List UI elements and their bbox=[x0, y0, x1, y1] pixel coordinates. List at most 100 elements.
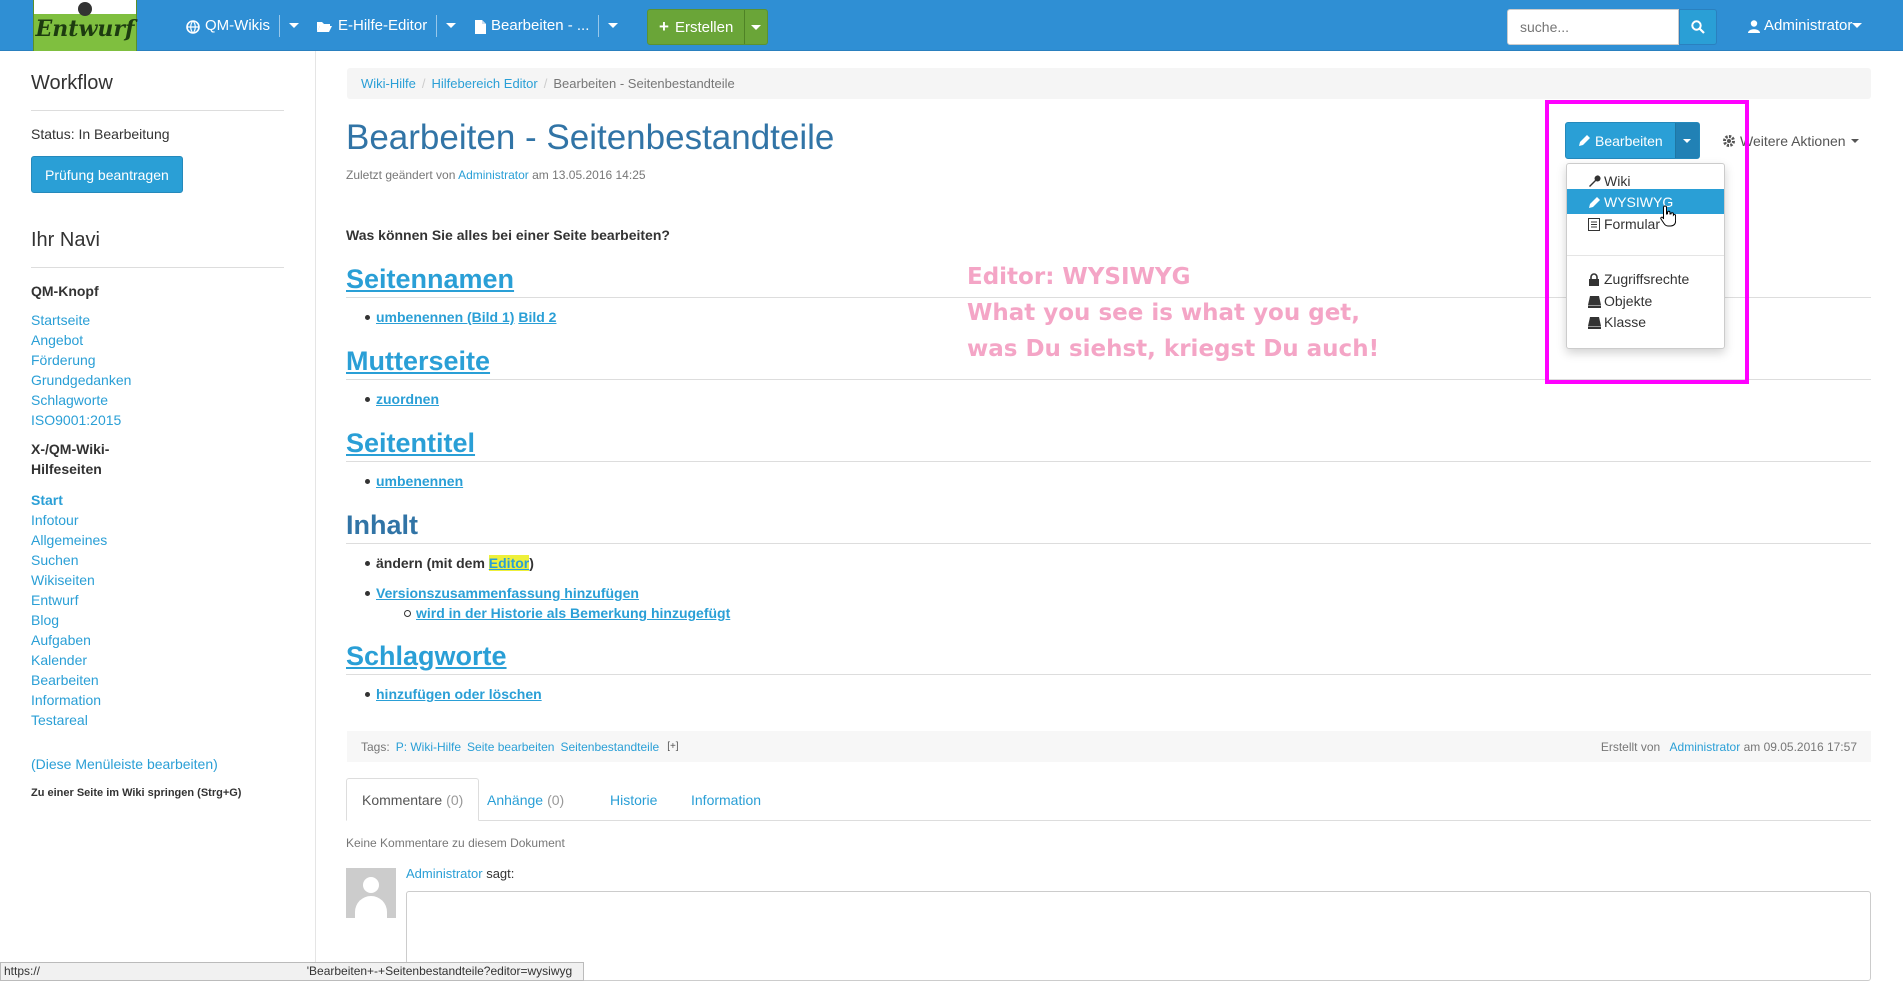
sidebar-link[interactable]: Aufgaben bbox=[31, 632, 91, 648]
nav-separator bbox=[278, 14, 280, 37]
nav-group-title: X-/QM-Wiki- bbox=[31, 441, 110, 457]
sidebar-link[interactable]: Startseite bbox=[31, 312, 90, 328]
list-item: umbenennen (Bild 1) Bild 2 bbox=[364, 309, 556, 325]
section-heading-link[interactable]: Mutterseite bbox=[346, 346, 490, 376]
sidebar-link[interactable]: Testareal bbox=[31, 712, 88, 728]
comment-user-link[interactable]: Administrator bbox=[406, 866, 483, 881]
created-user-link[interactable]: Administrator bbox=[1670, 740, 1741, 754]
tab-attachments[interactable]: Anhänge (0) bbox=[472, 778, 579, 821]
sidebar-link[interactable]: Schlagworte bbox=[31, 392, 108, 408]
section-heading-link[interactable]: Seitentitel bbox=[346, 428, 475, 458]
create-button[interactable]: + Erstellen bbox=[648, 10, 746, 44]
logo-text: Entwurf bbox=[35, 16, 135, 42]
content-link[interactable]: wird in der Historie als Bemerkung hinzu… bbox=[416, 605, 730, 621]
annotation-line: was Du siehst, kriegst Du auch! bbox=[967, 336, 1380, 362]
section-heading: Inhalt bbox=[346, 510, 1871, 544]
nav-e-hilfe-editor[interactable]: E-Hilfe-Editor bbox=[316, 0, 457, 51]
sidebar-link[interactable]: Infotour bbox=[31, 512, 78, 528]
chevron-down-icon bbox=[1850, 138, 1859, 143]
tags-label: Tags: bbox=[361, 739, 390, 754]
workflow-title: Workflow bbox=[31, 72, 113, 94]
tab-comments[interactable]: Kommentare (0) bbox=[346, 778, 480, 821]
globe-icon bbox=[186, 17, 200, 34]
tab-information[interactable]: Information bbox=[676, 778, 776, 821]
sidebar-link[interactable]: Bearbeiten bbox=[31, 672, 99, 688]
sidebar-link[interactable]: Förderung bbox=[31, 352, 96, 368]
sidebar-link[interactable]: Angebot bbox=[31, 332, 83, 348]
section-heading-link[interactable]: Seitennamen bbox=[346, 264, 514, 294]
breadcrumb-item[interactable]: Wiki-Hilfe bbox=[361, 76, 416, 91]
list-item: umbenennen bbox=[364, 473, 463, 489]
folder-open-icon bbox=[316, 18, 333, 34]
annotation-line: What you see is what you get, bbox=[967, 300, 1361, 326]
meta-prefix: Zuletzt geändert von bbox=[346, 168, 456, 182]
jump-to-page-hint[interactable]: Zu einer Seite im Wiki springen (Strg+G) bbox=[31, 787, 241, 799]
content-link[interactable]: zuordnen bbox=[376, 391, 439, 407]
plus-icon: + bbox=[659, 17, 669, 36]
workflow-status: Status: In Bearbeitung bbox=[31, 126, 170, 142]
chevron-down-icon[interactable] bbox=[1852, 23, 1863, 28]
sidebar-link[interactable]: ISO9001:2015 bbox=[31, 412, 121, 428]
content-link[interactable]: umbenennen bbox=[376, 473, 463, 489]
sidebar-link-active[interactable]: Start bbox=[31, 492, 63, 508]
content-link[interactable]: Versionszusammenfassung hinzufügen bbox=[376, 585, 639, 601]
logo[interactable]: Entwurf bbox=[33, 0, 137, 51]
sidebar-link[interactable]: Entwurf bbox=[31, 592, 78, 608]
avatar-head bbox=[363, 877, 379, 893]
list-item: Versionszusammenfassung hinzufügen bbox=[365, 585, 639, 601]
comment-textarea[interactable] bbox=[406, 891, 1871, 981]
search-button[interactable] bbox=[1679, 9, 1717, 45]
list-item: ändern (mit dem Editor) bbox=[365, 555, 534, 571]
nav-qm-wikis[interactable]: QM-Wikis bbox=[186, 0, 299, 51]
chevron-down-icon[interactable] bbox=[446, 23, 457, 28]
request-review-button[interactable]: Prüfung beantragen bbox=[31, 156, 183, 193]
search-input[interactable] bbox=[1507, 9, 1679, 45]
sidebar-link[interactable]: Information bbox=[31, 692, 101, 708]
sidebar-link[interactable]: Kalender bbox=[31, 652, 87, 668]
chevron-down-icon[interactable] bbox=[608, 23, 619, 28]
annotation-line: Editor: WYSIWYG bbox=[967, 264, 1191, 290]
add-tag-button[interactable]: [+] bbox=[667, 741, 678, 752]
navi-title: Ihr Navi bbox=[31, 229, 100, 251]
content-link[interactable]: hinzufügen oder löschen bbox=[376, 686, 542, 702]
nav-separator bbox=[436, 14, 438, 37]
nav-current-page[interactable]: Bearbeiten - ... bbox=[475, 0, 619, 51]
tab-count: (0) bbox=[446, 791, 464, 808]
edit-menu-link[interactable]: (Diese Menüleiste bearbeiten) bbox=[31, 756, 218, 772]
tag-link[interactable]: Seitenbestandteile bbox=[560, 740, 659, 754]
list-item: zuordnen bbox=[365, 391, 439, 407]
chevron-down-icon[interactable] bbox=[288, 23, 299, 28]
sidebar-link[interactable]: Allgemeines bbox=[31, 532, 107, 548]
sidebar-link[interactable]: Suchen bbox=[31, 552, 78, 568]
list-text: ändern (mit dem bbox=[376, 555, 485, 571]
content-link[interactable]: umbenennen (Bild 1) bbox=[376, 309, 514, 325]
tag-link[interactable]: P: Wiki-Hilfe bbox=[396, 740, 461, 754]
comment-author: Administrator sagt: bbox=[406, 866, 514, 881]
nav-group-title: Hilfeseiten bbox=[31, 461, 102, 477]
tab-history[interactable]: Historie bbox=[595, 778, 672, 821]
create-button-label: Erstellen bbox=[674, 18, 734, 36]
content-link[interactable]: Bild 2 bbox=[518, 309, 556, 325]
comment-says: sagt: bbox=[486, 866, 515, 881]
breadcrumb-item[interactable]: Hilfebereich Editor bbox=[432, 76, 538, 91]
user-menu[interactable]: Administrator bbox=[1748, 0, 1863, 51]
meta-suffix: am 13.05.2016 14:25 bbox=[532, 168, 646, 182]
breadcrumb-current: Bearbeiten - Seitenbestandteile bbox=[553, 76, 735, 91]
highlight-frame bbox=[1545, 100, 1749, 384]
breadcrumb: Wiki-Hilfe / Hilfebereich Editor / Bearb… bbox=[347, 68, 1871, 99]
tag-link[interactable]: Seite bearbeiten bbox=[467, 740, 554, 754]
tab-bar: Kommentare (0) Anhänge (0) Historie Inform… bbox=[346, 778, 1871, 821]
sidebar-link[interactable]: Wikiseiten bbox=[31, 572, 95, 588]
section-heading-link[interactable]: Schlagworte bbox=[346, 641, 507, 671]
sidebar-link[interactable]: Grundgedanken bbox=[31, 372, 131, 388]
editor-link[interactable]: Editor bbox=[488, 555, 530, 571]
create-dropdown-toggle[interactable] bbox=[745, 10, 767, 44]
sidebar-link[interactable]: Blog bbox=[31, 612, 59, 628]
browser-status-bar: https:// 'Bearbeiten+-+Seitenbestandteil… bbox=[0, 962, 584, 981]
divider bbox=[31, 267, 284, 268]
logo-emblem-icon bbox=[78, 2, 92, 16]
top-navbar: Entwurf QM-Wikis E-Hilfe-Editor Bearbeit… bbox=[0, 0, 1903, 51]
meta-user-link[interactable]: Administrator bbox=[458, 168, 529, 182]
last-modified: Zuletzt geändert von Administrator am 13… bbox=[346, 168, 646, 182]
no-comments-text: Keine Kommentare zu diesem Dokument bbox=[346, 836, 565, 850]
